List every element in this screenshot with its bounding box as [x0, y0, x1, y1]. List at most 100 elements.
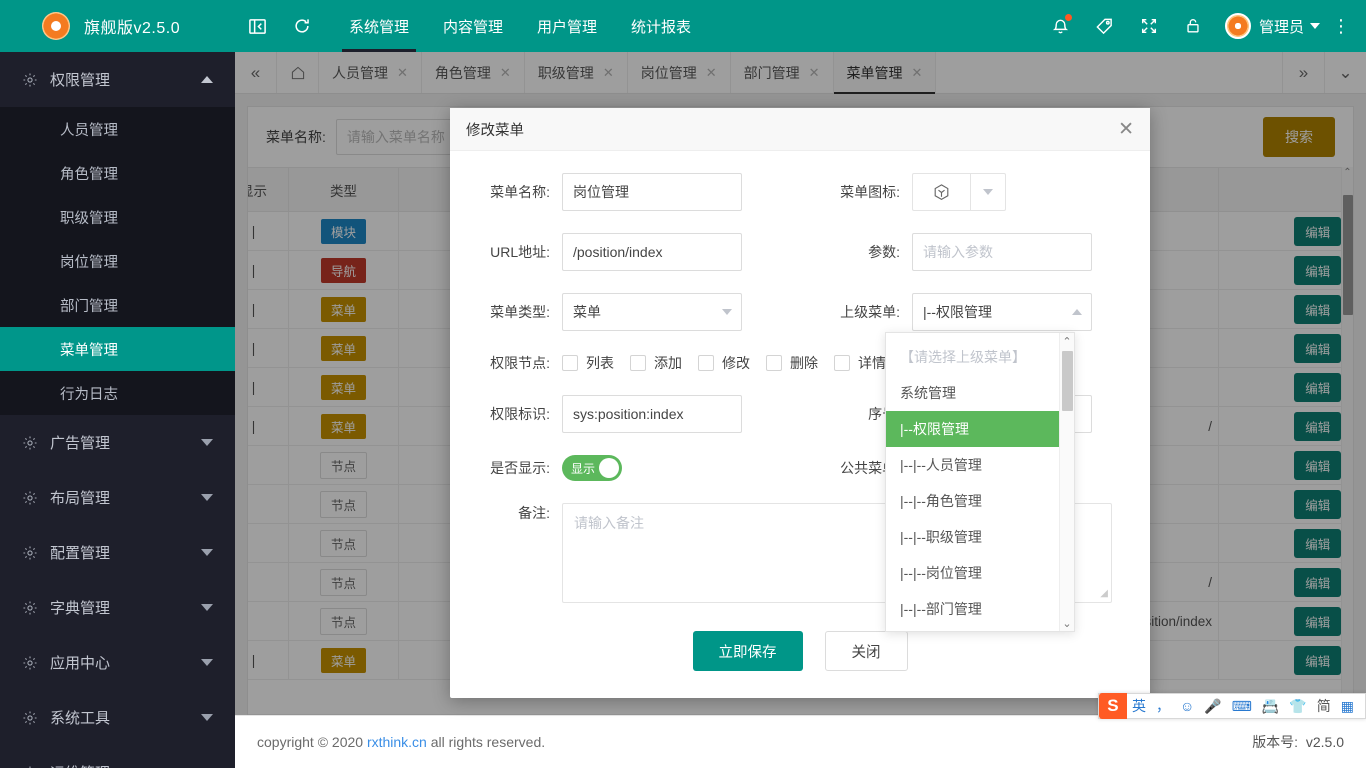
sidebar-item-department[interactable]: 部门管理	[0, 283, 235, 327]
brand-title: 旗舰版v2.5.0	[84, 20, 181, 37]
chevron-up-icon[interactable]: ⌃	[1060, 333, 1074, 349]
ime-toolbox-icon[interactable]: ▦	[1336, 698, 1359, 715]
close-button[interactable]: 关闭	[824, 631, 908, 671]
header-nav-label: 内容管理	[443, 18, 504, 36]
dropdown-option-personnel[interactable]: |--|--人员管理	[886, 447, 1074, 483]
version-info: 版本号: v2.5.0	[1252, 732, 1344, 752]
dropdown-option-department[interactable]: |--|--部门管理	[886, 591, 1074, 627]
param-input[interactable]: 请输入参数	[912, 233, 1092, 271]
chevron-down-icon[interactable]	[971, 174, 1005, 210]
checkbox-label: 详情	[858, 355, 886, 371]
ime-simplified-icon[interactable]: 简	[1312, 696, 1336, 716]
ime-language-icon[interactable]: 英	[1127, 696, 1151, 716]
chevron-down-icon	[201, 494, 213, 501]
parent-menu-options: 【请选择上级菜单】 系统管理 |--权限管理 |--|--人员管理 |--|--…	[886, 333, 1074, 631]
ime-punctuation-icon[interactable]: ，	[1151, 696, 1175, 716]
header-nav-item-0[interactable]: 系统管理	[332, 0, 426, 52]
tag-icon[interactable]	[1083, 0, 1127, 52]
sidebar-group-dictionary[interactable]: 字典管理	[0, 580, 235, 635]
checkbox-box[interactable]	[630, 355, 646, 371]
sidebar-group-ops[interactable]: 运维管理	[0, 745, 235, 768]
dropdown-option-placeholder[interactable]: 【请选择上级菜单】	[886, 339, 1074, 375]
save-button[interactable]: 立即保存	[692, 631, 803, 671]
sidebar-item-label: 职级管理	[60, 210, 118, 227]
cube-icon[interactable]	[913, 174, 971, 210]
refresh-icon[interactable]	[280, 0, 324, 52]
ime-skin-icon[interactable]: 👕	[1284, 698, 1311, 715]
sidebar-item-personnel[interactable]: 人员管理	[0, 107, 235, 151]
header-nav-item-1[interactable]: 内容管理	[426, 0, 520, 52]
sidebar-group-config[interactable]: 配置管理	[0, 525, 235, 580]
sidebar-item-position[interactable]: 岗位管理	[0, 239, 235, 283]
resize-grip-icon[interactable]: ◢	[1100, 588, 1108, 599]
dropdown-option-position[interactable]: |--|--岗位管理	[886, 555, 1074, 591]
ime-toolbar[interactable]: S 英 ， ☺ 🎤 ⌨ 📇 👕 简 ▦	[1097, 693, 1366, 719]
brand-logo[interactable]: 旗舰版v2.5.0	[0, 0, 235, 52]
chevron-down-icon	[201, 714, 213, 721]
ime-keyboard-icon[interactable]: ⌨	[1227, 698, 1257, 715]
parent-menu-select[interactable]: |--权限管理	[912, 293, 1092, 331]
parent-menu-value: |--权限管理	[923, 304, 992, 320]
gear-icon	[22, 710, 38, 726]
sidebar-item-rank[interactable]: 职级管理	[0, 195, 235, 239]
copyright-suffix: all rights reserved.	[426, 734, 546, 750]
sidebar-group-layout[interactable]: 布局管理	[0, 470, 235, 525]
close-icon[interactable]: ✕	[1118, 120, 1134, 139]
dropdown-option-permission[interactable]: |--权限管理	[886, 411, 1074, 447]
remark-label: 备注:	[518, 505, 550, 521]
checkbox-label: 列表	[586, 355, 614, 371]
chevron-down-icon[interactable]: ⌄	[1060, 615, 1074, 631]
sidebar-item-role[interactable]: 角色管理	[0, 151, 235, 195]
dropdown-option-rank[interactable]: |--|--职级管理	[886, 519, 1074, 555]
lock-icon[interactable]	[1171, 0, 1215, 52]
checkbox-detail[interactable]: 详情	[834, 353, 886, 373]
sogou-logo-icon[interactable]: S	[1098, 693, 1127, 719]
gear-icon	[22, 435, 38, 451]
ime-voice-icon[interactable]: 🎤	[1199, 698, 1226, 715]
dropdown-scrollbar[interactable]: ⌃ ⌄	[1059, 333, 1074, 631]
dropdown-option-system[interactable]: 系统管理	[886, 375, 1074, 411]
copyright-link[interactable]: rxthink.cn	[367, 734, 427, 750]
menu-icon-picker[interactable]	[912, 173, 1006, 211]
checkbox-list[interactable]: 列表	[562, 353, 614, 373]
gear-icon	[22, 490, 38, 506]
sidebar-item-actionlog[interactable]: 行为日志	[0, 371, 235, 415]
ime-emoji-icon[interactable]: ☺	[1175, 698, 1199, 714]
param-label: 参数:	[868, 244, 900, 260]
checkbox-box[interactable]	[766, 355, 782, 371]
chevron-down-icon	[201, 549, 213, 556]
scroll-thumb[interactable]	[1062, 351, 1073, 411]
ime-card-icon[interactable]: 📇	[1257, 698, 1284, 715]
header-nav-item-3[interactable]: 统计报表	[614, 0, 708, 52]
fullscreen-icon[interactable]	[1127, 0, 1171, 52]
header-nav-item-2[interactable]: 用户管理	[520, 0, 614, 52]
parent-menu-dropdown[interactable]: 【请选择上级菜单】 系统管理 |--权限管理 |--|--人员管理 |--|--…	[885, 332, 1075, 632]
checkbox-edit[interactable]: 修改	[698, 353, 750, 373]
checkbox-box[interactable]	[698, 355, 714, 371]
menu-type-select[interactable]: 菜单	[562, 293, 742, 331]
kebab-menu-icon[interactable]: ⋮	[1326, 17, 1356, 35]
bell-icon[interactable]	[1039, 0, 1083, 52]
field-url: URL地址: /position/index	[450, 233, 800, 271]
form-row-url-param: URL地址: /position/index 参数: 请输入参数	[450, 233, 1150, 271]
gear-icon	[22, 72, 38, 88]
checkbox-box[interactable]	[834, 355, 850, 371]
sidebar[interactable]: 权限管理 人员管理 角色管理 职级管理 岗位管理 部门管理 菜单管理 行为日志 …	[0, 52, 235, 768]
url-input[interactable]: /position/index	[562, 233, 742, 271]
sidebar-item-menu[interactable]: 菜单管理	[0, 327, 235, 371]
show-toggle[interactable]: 显示	[562, 455, 622, 481]
permission-flag-input[interactable]: sys:position:index	[562, 395, 742, 433]
checkbox-delete[interactable]: 删除	[766, 353, 818, 373]
checkbox-add[interactable]: 添加	[630, 353, 682, 373]
checkbox-box[interactable]	[562, 355, 578, 371]
menu-name-input[interactable]: 岗位管理	[562, 173, 742, 211]
sidebar-group-permission[interactable]: 权限管理	[0, 52, 235, 107]
logo-icon	[42, 12, 70, 40]
user-menu[interactable]: 管理员	[1215, 13, 1326, 39]
sidebar-group-appcenter[interactable]: 应用中心	[0, 635, 235, 690]
copyright-prefix: copyright © 2020	[257, 734, 367, 750]
sidebar-group-systools[interactable]: 系统工具	[0, 690, 235, 745]
dropdown-option-role[interactable]: |--|--角色管理	[886, 483, 1074, 519]
sidebar-group-ads[interactable]: 广告管理	[0, 415, 235, 470]
menu-collapse-icon[interactable]	[235, 0, 280, 52]
